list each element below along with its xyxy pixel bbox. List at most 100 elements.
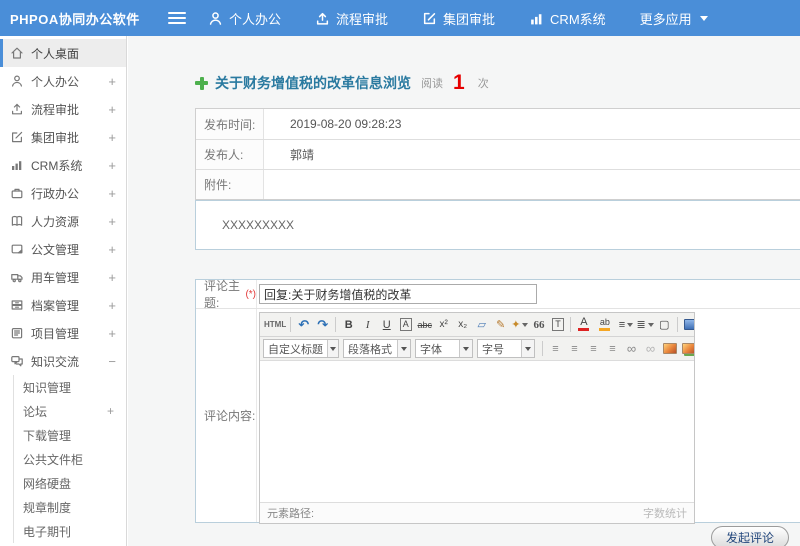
read-label: 阅读	[421, 78, 443, 90]
toolbar-separator	[335, 317, 337, 332]
insert-image-icon[interactable]	[660, 340, 679, 358]
top-menu-label: CRM系统	[550, 11, 606, 27]
paragraph-format-select[interactable]: 段落格式	[343, 339, 411, 358]
expand-sign[interactable]: +	[108, 298, 116, 313]
sidebar-subitem-forum[interactable]: 论坛 +	[14, 399, 126, 423]
sidebar-item-personal-office[interactable]: 个人办公 +	[0, 67, 126, 95]
font-family-select[interactable]: 字体	[415, 339, 473, 358]
blockquote-icon[interactable]: 66	[529, 316, 548, 334]
subscript-icon[interactable]: x₂	[453, 316, 472, 334]
expand-sign[interactable]: +	[108, 242, 116, 257]
heading-select[interactable]: 自定义标题	[263, 339, 339, 358]
top-menu-label: 个人办公	[229, 11, 282, 27]
font-size-select[interactable]: 字号	[477, 339, 535, 358]
editor-content-area[interactable]	[260, 361, 694, 502]
info-label: 发布人:	[196, 140, 264, 169]
text-color-icon[interactable]: A	[574, 316, 593, 334]
align-center-icon[interactable]: ≡	[565, 340, 584, 358]
undo-icon[interactable]: ↶	[294, 316, 313, 334]
content-label-text: 评论内容:	[204, 409, 256, 423]
collapse-sign[interactable]: −	[108, 354, 116, 369]
align-right-icon[interactable]: ≡	[584, 340, 603, 358]
format-brush-icon[interactable]: ✎	[491, 316, 510, 334]
expand-sign[interactable]: +	[108, 158, 116, 173]
strikethrough-icon[interactable]: abc	[415, 316, 434, 334]
expand-sign[interactable]: +	[108, 74, 116, 89]
sidebar-subitem-e-journal[interactable]: 电子期刊	[14, 519, 126, 543]
align-left-icon[interactable]: ≡	[546, 340, 565, 358]
sidebar-item-admin-office[interactable]: 行政办公 +	[0, 179, 126, 207]
autoformat-icon[interactable]: ✦	[510, 316, 529, 334]
sidebar-item-hr[interactable]: 人力资源 +	[0, 207, 126, 235]
superscript-icon[interactable]: x²	[434, 316, 453, 334]
insert-link-icon[interactable]: ∞	[622, 340, 641, 358]
remove-format-icon[interactable]: ▱	[472, 316, 491, 334]
menu-toggle-icon[interactable]	[168, 12, 186, 24]
sidebar-item-workflow-approval[interactable]: 流程审批 +	[0, 95, 126, 123]
network-image-icon[interactable]	[679, 340, 694, 358]
bullet-list-icon[interactable]: ≣	[635, 316, 654, 334]
read-count: 1	[453, 71, 465, 94]
top-menu-group-approval[interactable]: 集团审批	[422, 9, 495, 28]
expand-sign[interactable]: +	[108, 326, 116, 341]
project-icon	[9, 326, 24, 341]
sidebar-subitem-rules[interactable]: 规章制度	[14, 495, 126, 519]
article-body: XXXXXXXXX	[195, 200, 800, 250]
sidebar-item-crm[interactable]: CRM系统 +	[0, 151, 126, 179]
sidebar-subitem-download-mgmt[interactable]: 下载管理	[14, 423, 126, 447]
top-menu-workflow-approval[interactable]: 流程审批	[315, 9, 388, 28]
caret-down-icon	[459, 340, 472, 357]
table-row: 发布人: 郭靖	[196, 139, 800, 169]
submit-comment-button[interactable]: 发起评论	[710, 526, 789, 546]
italic-icon[interactable]: I	[358, 316, 377, 334]
table-row: 附件:	[196, 169, 800, 199]
sidebar-item-official-doc[interactable]: 公文管理 +	[0, 235, 126, 263]
edit-icon	[9, 130, 24, 145]
sidebar-item-projects[interactable]: 项目管理 +	[0, 319, 126, 347]
expand-sign[interactable]: +	[107, 404, 126, 418]
new-page-icon[interactable]: ▢	[655, 316, 674, 334]
sidebar-item-knowledge[interactable]: 知识交流 −	[0, 347, 126, 375]
underline-icon[interactable]: U	[377, 316, 396, 334]
expand-sign[interactable]: +	[108, 214, 116, 229]
top-menu-more-apps[interactable]: 更多应用	[640, 9, 708, 28]
html-source-button[interactable]: HTML	[263, 316, 287, 334]
sidebar-item-vehicle[interactable]: 用车管理 +	[0, 263, 126, 291]
subject-input[interactable]	[259, 284, 537, 304]
info-label: 发布时间:	[196, 109, 264, 139]
sidebar-item-label: 公文管理	[31, 242, 80, 257]
sidebar-subitem-knowledge-mgmt[interactable]: 知识管理	[14, 375, 126, 399]
ordered-list-icon[interactable]: ≡	[616, 316, 635, 334]
font-style-icon[interactable]: A	[396, 316, 415, 334]
top-menu-crm[interactable]: CRM系统	[529, 9, 606, 28]
redo-icon[interactable]: ↷	[313, 316, 332, 334]
bold-icon[interactable]: B	[339, 316, 358, 334]
read-unit: 次	[477, 78, 489, 90]
fullscreen-icon[interactable]	[681, 316, 694, 334]
sidebar-item-group-approval[interactable]: 集团审批 +	[0, 123, 126, 151]
highlight-color-icon[interactable]: ab	[595, 316, 614, 334]
remove-link-icon[interactable]: ∞	[641, 340, 660, 358]
expand-sign[interactable]: +	[108, 130, 116, 145]
sidebar-item-label: 人力资源	[31, 214, 80, 229]
chat-icon	[9, 354, 24, 369]
document-icon	[9, 242, 24, 257]
sidebar-item-archives[interactable]: 档案管理 +	[0, 291, 126, 319]
bar-chart-icon	[9, 158, 24, 173]
align-justify-icon[interactable]: ≡	[603, 340, 622, 358]
paste-as-text-icon[interactable]: T	[548, 316, 567, 334]
caret-down-icon	[647, 322, 654, 327]
expand-sign[interactable]: +	[108, 270, 116, 285]
expand-sign[interactable]: +	[108, 186, 116, 201]
sidebar-subitem-public-cabinet[interactable]: 公共文件柜	[14, 447, 126, 471]
sidebar-item-label: 流程审批	[31, 102, 80, 117]
sidebar-subitem-network-disk[interactable]: 网络硬盘	[14, 471, 126, 495]
briefcase-icon	[9, 186, 24, 201]
page-title: 关于财务增值税的改革信息浏览	[215, 75, 411, 91]
sidebar-item-label: 用车管理	[31, 270, 80, 285]
sidebar-item-personal-desktop[interactable]: 个人桌面	[0, 39, 126, 67]
toolbar-separator	[542, 341, 543, 356]
sidebar-item-label: 档案管理	[31, 298, 80, 313]
top-menu-personal-office[interactable]: 个人办公	[208, 9, 281, 28]
expand-sign[interactable]: +	[108, 102, 116, 117]
